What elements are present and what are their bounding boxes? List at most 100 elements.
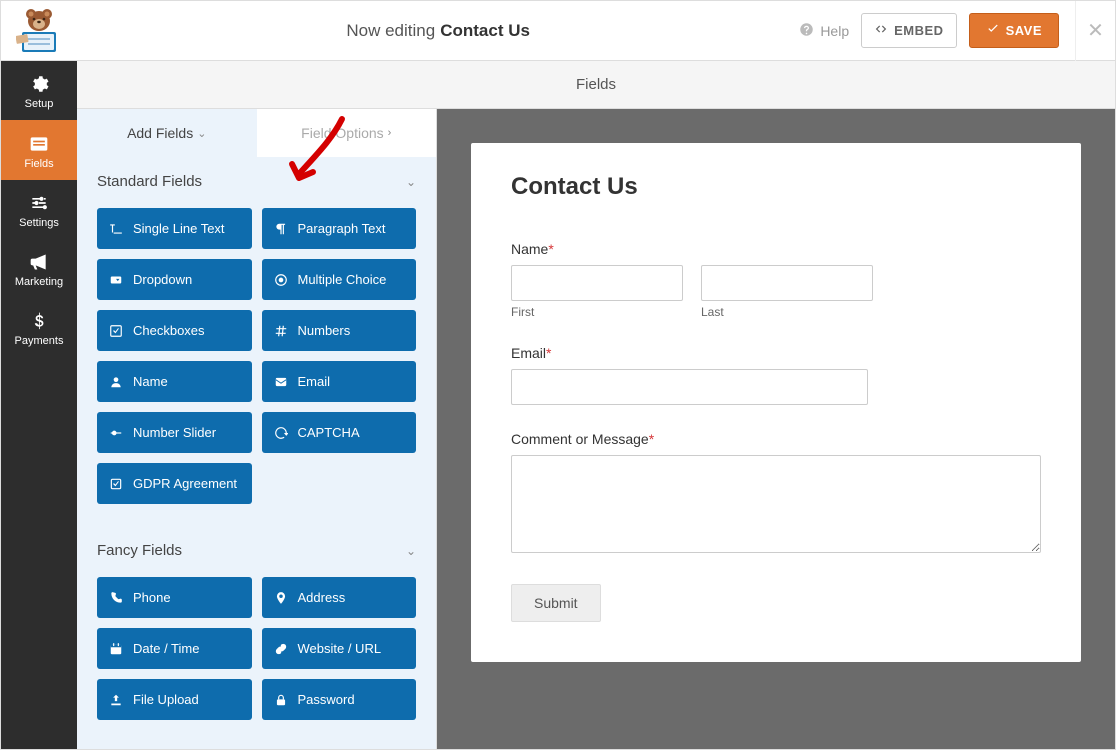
text-line-icon (109, 222, 123, 236)
field-type-label: Email (298, 374, 331, 389)
field-type-label: Paragraph Text (298, 221, 386, 236)
field-type-phone[interactable]: Phone (97, 577, 252, 618)
link-icon (274, 642, 288, 656)
hash-icon (274, 324, 288, 338)
email-input[interactable] (511, 369, 868, 405)
field-type-password[interactable]: Password (262, 679, 417, 720)
field-type-file-upload[interactable]: File Upload (97, 679, 252, 720)
chevron-down-icon: ⌄ (197, 127, 206, 140)
chevron-right-icon: › (388, 127, 392, 139)
lock-icon (274, 693, 288, 707)
upload-icon (109, 693, 123, 707)
sidenav-item-fields[interactable]: Fields (1, 120, 77, 179)
field-type-label: File Upload (133, 692, 199, 707)
bullhorn-icon (1, 251, 77, 272)
field-comment[interactable]: Comment or Message* (511, 431, 1041, 558)
submit-button[interactable]: Submit (511, 584, 601, 622)
stage-title: Fields (77, 61, 1115, 109)
field-type-label: Phone (133, 590, 171, 605)
calendar-icon (109, 642, 123, 656)
check-icon (986, 22, 1000, 39)
field-type-address[interactable]: Address (262, 577, 417, 618)
slider-icon (109, 426, 123, 440)
field-name[interactable]: Name* First Last (511, 241, 1041, 319)
help-link[interactable]: Help (799, 22, 849, 40)
close-icon: ✕ (1087, 20, 1104, 42)
field-type-label: Numbers (298, 323, 351, 338)
radio-icon (274, 273, 288, 287)
field-type-multiple-choice[interactable]: Multiple Choice (262, 259, 417, 300)
field-type-date-time[interactable]: Date / Time (97, 628, 252, 669)
last-sublabel: Last (701, 305, 873, 319)
field-type-label: Multiple Choice (298, 272, 387, 287)
embed-button[interactable]: EMBED (861, 13, 956, 48)
dropdown-icon (109, 273, 123, 287)
field-type-email[interactable]: Email (262, 361, 417, 402)
sliders-icon (1, 192, 77, 213)
tab-field-options[interactable]: Field Options › (257, 109, 437, 157)
form-title: Contact Us (511, 173, 1041, 201)
required-asterisk: * (546, 345, 551, 361)
field-type-label: Address (298, 590, 346, 605)
section-head-standard[interactable]: Standard Fields ⌄ (77, 157, 436, 198)
help-label: Help (820, 23, 849, 39)
side-nav: Setup Fields Settings Marketing Payments (1, 61, 77, 750)
first-name-input[interactable] (511, 265, 683, 301)
field-type-label: Number Slider (133, 425, 216, 440)
sidenav-item-payments[interactable]: Payments (1, 298, 77, 357)
sidenav-item-marketing[interactable]: Marketing (1, 239, 77, 298)
field-type-single-line-text[interactable]: Single Line Text (97, 208, 252, 249)
field-type-captcha[interactable]: CAPTCHA (262, 412, 417, 453)
phone-icon (109, 591, 123, 605)
gdpr-icon (109, 477, 123, 491)
top-actions: Help EMBED SAVE (799, 13, 1075, 48)
question-icon (799, 22, 814, 40)
chevron-down-icon: ⌄ (406, 544, 416, 558)
field-type-label: Website / URL (298, 641, 382, 656)
comment-textarea[interactable] (511, 455, 1041, 553)
editing-prefix: Now editing (346, 21, 435, 41)
field-type-label: GDPR Agreement (133, 476, 237, 491)
field-type-website-url[interactable]: Website / URL (262, 628, 417, 669)
field-type-label: Dropdown (133, 272, 192, 287)
form-preview[interactable]: Contact Us Name* First (471, 143, 1081, 662)
field-type-number-slider[interactable]: Number Slider (97, 412, 252, 453)
field-type-dropdown[interactable]: Dropdown (97, 259, 252, 300)
required-asterisk: * (649, 431, 654, 447)
top-bar: Now editing Contact Us Help EMBED SAVE ✕ (1, 1, 1115, 61)
field-email[interactable]: Email* (511, 345, 1041, 405)
paragraph-icon (274, 222, 288, 236)
field-type-gdpr-agreement[interactable]: GDPR Agreement (97, 463, 252, 504)
logo (1, 1, 77, 61)
field-type-name[interactable]: Name (97, 361, 252, 402)
section-head-fancy[interactable]: Fancy Fields ⌄ (77, 526, 436, 567)
sidenav-item-settings[interactable]: Settings (1, 180, 77, 239)
last-name-input[interactable] (701, 265, 873, 301)
required-asterisk: * (548, 241, 553, 257)
gear-icon (1, 73, 77, 94)
tab-add-fields[interactable]: Add Fields ⌄ (77, 109, 257, 157)
field-type-label: Checkboxes (133, 323, 205, 338)
left-panel: Add Fields ⌄ Field Options › (77, 109, 437, 750)
checkbox-icon (109, 324, 123, 338)
field-type-checkboxes[interactable]: Checkboxes (97, 310, 252, 351)
pin-icon (274, 591, 288, 605)
first-sublabel: First (511, 305, 683, 319)
field-type-label: CAPTCHA (298, 425, 360, 440)
sidenav-item-setup[interactable]: Setup (1, 61, 77, 120)
save-button[interactable]: SAVE (969, 13, 1059, 48)
field-type-numbers[interactable]: Numbers (262, 310, 417, 351)
page-title: Now editing Contact Us (77, 21, 799, 41)
field-type-label: Date / Time (133, 641, 199, 656)
close-button[interactable]: ✕ (1075, 1, 1115, 61)
user-icon (109, 375, 123, 389)
preview-area: Contact Us Name* First (437, 109, 1115, 750)
field-type-label: Single Line Text (133, 221, 225, 236)
field-type-label: Password (298, 692, 355, 707)
field-type-label: Name (133, 374, 168, 389)
fields-icon (1, 132, 77, 153)
form-name: Contact Us (440, 21, 530, 41)
email-label: Email* (511, 345, 1041, 361)
name-label: Name* (511, 241, 1041, 257)
field-type-paragraph-text[interactable]: Paragraph Text (262, 208, 417, 249)
